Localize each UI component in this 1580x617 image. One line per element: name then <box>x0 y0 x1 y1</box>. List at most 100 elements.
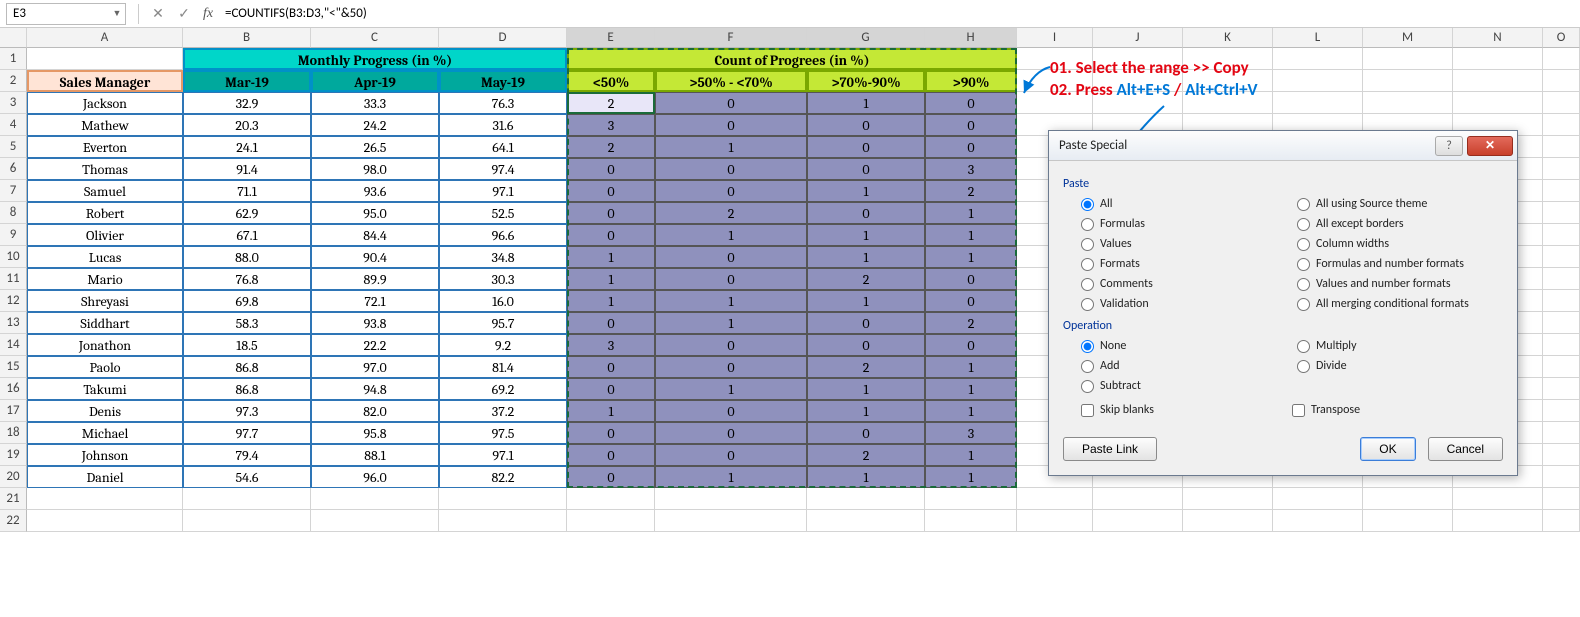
progress-value[interactable]: 97.7 <box>183 422 311 444</box>
count-value[interactable]: 1 <box>807 224 925 246</box>
empty-cell[interactable] <box>1543 378 1580 400</box>
progress-value[interactable]: 88.0 <box>183 246 311 268</box>
progress-value[interactable]: 22.2 <box>311 334 439 356</box>
col-header-D[interactable]: D <box>439 28 567 48</box>
sales-manager-name[interactable]: Lucas <box>27 246 183 268</box>
empty-cell[interactable] <box>1363 488 1453 510</box>
paste-link-button[interactable]: Paste Link <box>1063 437 1157 461</box>
count-value[interactable]: 2 <box>567 92 655 114</box>
count-value[interactable]: 2 <box>655 202 807 224</box>
progress-value[interactable]: 82.0 <box>311 400 439 422</box>
operation-option-radio[interactable]: None <box>1081 339 1287 353</box>
progress-value[interactable]: 89.9 <box>311 268 439 290</box>
progress-value[interactable]: 67.1 <box>183 224 311 246</box>
count-value[interactable]: 1 <box>655 224 807 246</box>
progress-value[interactable]: 88.1 <box>311 444 439 466</box>
paste-option-radio[interactable]: Values and number formats <box>1297 277 1503 291</box>
count-header[interactable]: >50% - <70% <box>655 70 807 92</box>
row-header-9[interactable]: 9 <box>0 224 27 246</box>
col-header-N[interactable]: N <box>1453 28 1543 48</box>
empty-cell[interactable] <box>1363 48 1453 70</box>
count-value[interactable]: 1 <box>655 312 807 334</box>
empty-cell[interactable] <box>183 510 311 532</box>
count-value[interactable]: 1 <box>807 378 925 400</box>
count-value[interactable]: 2 <box>925 312 1017 334</box>
count-value[interactable]: 0 <box>655 400 807 422</box>
progress-value[interactable]: 81.4 <box>439 356 567 378</box>
count-value[interactable]: 0 <box>807 158 925 180</box>
row-header-18[interactable]: 18 <box>0 422 27 444</box>
row-header-5[interactable]: 5 <box>0 136 27 158</box>
row-header-17[interactable]: 17 <box>0 400 27 422</box>
row-header-6[interactable]: 6 <box>0 158 27 180</box>
paste-option-radio[interactable]: Values <box>1081 237 1287 251</box>
progress-value[interactable]: 95.0 <box>311 202 439 224</box>
sales-manager-name[interactable]: Michael <box>27 422 183 444</box>
count-value[interactable]: 3 <box>925 158 1017 180</box>
sales-manager-name[interactable]: Robert <box>27 202 183 224</box>
sales-manager-name[interactable]: Siddhart <box>27 312 183 334</box>
count-value[interactable]: 1 <box>655 290 807 312</box>
empty-cell[interactable] <box>925 488 1017 510</box>
cell-A1[interactable] <box>27 48 183 70</box>
progress-value[interactable]: 37.2 <box>439 400 567 422</box>
paste-option-radio[interactable]: Comments <box>1081 277 1287 291</box>
progress-value[interactable]: 97.1 <box>439 180 567 202</box>
progress-value[interactable]: 97.4 <box>439 158 567 180</box>
col-header-O[interactable]: O <box>1543 28 1580 48</box>
progress-value[interactable]: 76.8 <box>183 268 311 290</box>
transpose-checkbox[interactable]: Transpose <box>1292 403 1503 417</box>
empty-cell[interactable] <box>439 488 567 510</box>
progress-value[interactable]: 24.2 <box>311 114 439 136</box>
col-header-K[interactable]: K <box>1183 28 1273 48</box>
empty-cell[interactable] <box>1453 510 1543 532</box>
count-value[interactable]: 0 <box>807 312 925 334</box>
progress-value[interactable]: 96.0 <box>311 466 439 488</box>
empty-cell[interactable] <box>1453 92 1543 114</box>
empty-cell[interactable] <box>439 510 567 532</box>
paste-option-radio[interactable]: Column widths <box>1297 237 1503 251</box>
progress-value[interactable]: 32.9 <box>183 92 311 114</box>
count-value[interactable]: 0 <box>807 202 925 224</box>
empty-cell[interactable] <box>1543 246 1580 268</box>
empty-cell[interactable] <box>1543 400 1580 422</box>
empty-cell[interactable] <box>925 510 1017 532</box>
row-header-4[interactable]: 4 <box>0 114 27 136</box>
col-header-M[interactable]: M <box>1363 28 1453 48</box>
progress-value[interactable]: 86.8 <box>183 356 311 378</box>
count-value[interactable]: 0 <box>567 180 655 202</box>
paste-option-radio[interactable]: Formulas <box>1081 217 1287 231</box>
row-header-10[interactable]: 10 <box>0 246 27 268</box>
empty-cell[interactable] <box>1453 70 1543 92</box>
empty-cell[interactable] <box>1543 180 1580 202</box>
empty-cell[interactable] <box>1273 70 1363 92</box>
progress-value[interactable]: 18.5 <box>183 334 311 356</box>
count-value[interactable]: 0 <box>567 356 655 378</box>
row-header-3[interactable]: 3 <box>0 92 27 114</box>
sales-manager-name[interactable]: Daniel <box>27 466 183 488</box>
empty-cell[interactable] <box>1543 92 1580 114</box>
progress-value[interactable]: 20.3 <box>183 114 311 136</box>
row-header-22[interactable]: 22 <box>0 510 27 532</box>
empty-cell[interactable] <box>1543 356 1580 378</box>
empty-cell[interactable] <box>807 510 925 532</box>
progress-value[interactable]: 64.1 <box>439 136 567 158</box>
sales-manager-header[interactable]: Sales Manager <box>27 70 183 92</box>
count-value[interactable]: 1 <box>807 466 925 488</box>
count-value[interactable]: 0 <box>567 202 655 224</box>
count-value[interactable]: 0 <box>925 92 1017 114</box>
empty-cell[interactable] <box>1017 488 1093 510</box>
sales-manager-name[interactable]: Shreyasi <box>27 290 183 312</box>
row-header-1[interactable]: 1 <box>0 48 27 70</box>
col-header-J[interactable]: J <box>1093 28 1183 48</box>
skip-blanks-checkbox[interactable]: Skip blanks <box>1081 403 1292 417</box>
progress-value[interactable]: 90.4 <box>311 246 439 268</box>
empty-cell[interactable] <box>1363 510 1453 532</box>
count-value[interactable]: 1 <box>567 268 655 290</box>
count-value[interactable]: 0 <box>655 92 807 114</box>
name-box[interactable]: E3 ▼ <box>6 3 126 25</box>
count-value[interactable]: 0 <box>567 444 655 466</box>
empty-cell[interactable] <box>1453 488 1543 510</box>
count-value[interactable]: 3 <box>567 114 655 136</box>
count-value[interactable]: 3 <box>925 422 1017 444</box>
